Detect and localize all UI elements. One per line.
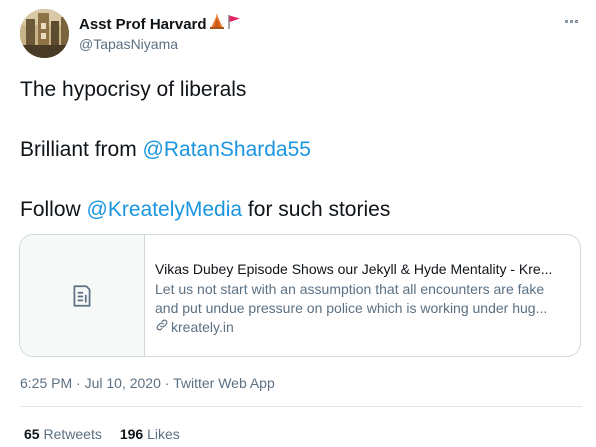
retweets-label: Retweets xyxy=(43,426,102,442)
mention-link-ratansharda[interactable]: @RatanSharda55 xyxy=(143,138,311,161)
timestamp[interactable]: 6:25 PM · Jul 10, 2020 xyxy=(20,375,161,391)
source-app[interactable]: Twitter Web App xyxy=(173,375,275,391)
avatar[interactable] xyxy=(20,9,69,58)
card-description-line-2: and put undue pressure on police which i… xyxy=(155,300,548,316)
tweet-container: Asst Prof Harvard @TapasNiyama The hypoc… xyxy=(0,0,596,447)
likes-count: 196 xyxy=(119,426,144,442)
tweet-line-3-suffix: for such stories xyxy=(242,198,391,221)
tweet-line-3-prefix: Follow xyxy=(20,198,87,221)
likes-label: Likes xyxy=(147,426,180,442)
flag-icon xyxy=(227,14,241,34)
tweet-line-3: Follow @KreatelyMedia for such stories xyxy=(20,196,580,224)
author-handle[interactable]: @TapasNiyama xyxy=(79,36,178,52)
display-name[interactable]: Asst Prof Harvard xyxy=(79,14,241,34)
temple-icon xyxy=(209,14,225,34)
tweet-meta: 6:25 PM · Jul 10, 2020 · Twitter Web App xyxy=(20,375,275,391)
tweet-line-2: Brilliant from @RatanSharda55 xyxy=(20,136,580,164)
card-description: Let us not start with an assumption that… xyxy=(155,280,570,318)
card-domain-text: kreately.in xyxy=(171,319,234,335)
card-domain: kreately.in xyxy=(155,318,570,337)
link-icon xyxy=(155,318,169,337)
tweet-line-2-prefix: Brilliant from xyxy=(20,138,143,161)
retweets-stat[interactable]: 65 Retweets xyxy=(24,426,102,442)
retweets-count: 65 xyxy=(24,426,40,442)
display-name-text: Asst Prof Harvard xyxy=(79,15,207,33)
engagement-stats: 65 Retweets 196 Likes xyxy=(24,426,198,442)
tweet-line-1: The hypocrisy of liberals xyxy=(20,78,247,101)
more-options-icon[interactable] xyxy=(560,13,582,29)
link-preview-card[interactable]: Vikas Dubey Episode Shows our Jekyll & H… xyxy=(19,234,581,357)
card-title: Vikas Dubey Episode Shows our Jekyll & H… xyxy=(155,261,553,277)
meta-separator: · xyxy=(160,375,174,391)
tweet-text: The hypocrisy of liberals Brilliant from… xyxy=(20,76,580,224)
card-description-line-1: Let us not start with an assumption that… xyxy=(155,281,545,297)
likes-stat[interactable]: 196 Likes xyxy=(120,426,180,442)
document-icon xyxy=(73,284,91,307)
card-thumbnail xyxy=(20,235,145,356)
card-body: Vikas Dubey Episode Shows our Jekyll & H… xyxy=(145,235,580,356)
mention-link-kreatelymedia[interactable]: @KreatelyMedia xyxy=(87,198,243,221)
divider xyxy=(20,406,582,407)
